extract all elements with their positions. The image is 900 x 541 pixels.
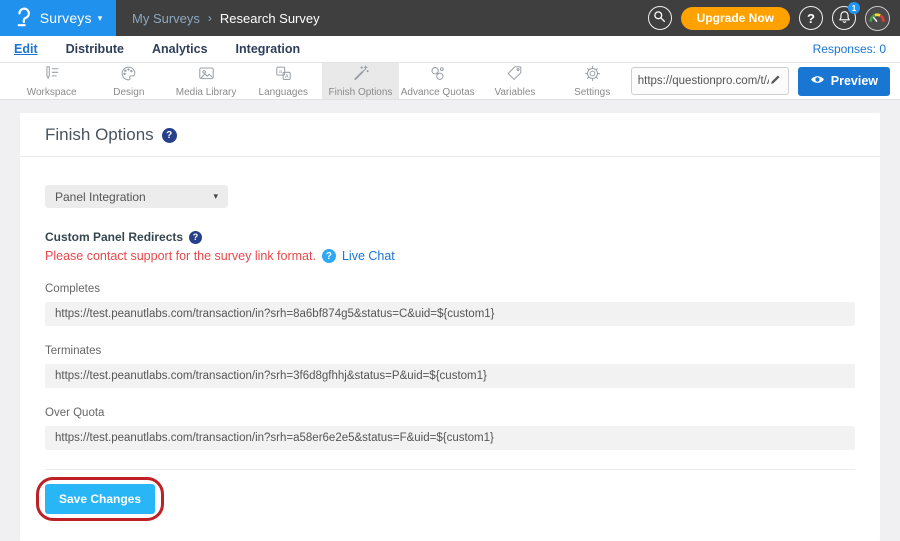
tool-variables[interactable]: Variables [476,63,553,99]
tool-advance-quotas[interactable]: Advance Quotas [399,63,476,99]
tool-label: Settings [574,87,610,98]
terminates-field-group: Terminates [45,345,855,388]
tool-workspace[interactable]: Workspace [13,63,90,99]
support-note: Please contact support for the survey li… [45,249,316,263]
tool-label: Media Library [176,87,237,98]
dropdown-selected-value: Panel Integration [55,190,213,204]
chevron-down-icon: ▾ [213,191,218,202]
search-icon [653,10,666,26]
tool-label: Advance Quotas [401,87,475,98]
breadcrumb: My Surveys › Research Survey [116,0,648,36]
tool-media-library[interactable]: Media Library [167,63,244,99]
over-quota-field-group: Over Quota [45,407,855,450]
tool-design[interactable]: Design [90,63,167,99]
survey-subnav: Edit Distribute Analytics Integration Re… [0,36,900,62]
help-button[interactable]: ? [799,6,823,30]
chevron-down-icon: ▾ [98,13,103,24]
preview-button[interactable]: Preview [798,67,890,96]
magic-wand-icon [351,64,370,86]
tool-label: Finish Options [329,87,393,98]
page-title: Finish Options [45,125,154,145]
svg-text:A: A [285,74,289,80]
help-icon: ? [807,11,815,26]
save-annotation-highlight: Save Changes [36,477,164,521]
responses-count[interactable]: Responses: 0 [813,42,886,56]
chain-links-icon [428,64,447,86]
completes-field-group: Completes [45,283,855,326]
subnav-links: Edit Distribute Analytics Integration [14,42,300,56]
toolbar-right: Preview [631,63,900,99]
tab-integration[interactable]: Integration [236,42,301,56]
live-chat-link[interactable]: Live Chat [342,249,395,263]
gear-icon [583,64,602,86]
eye-icon [810,74,825,88]
terminates-url-input[interactable] [45,364,855,388]
questionpro-logo-icon [14,6,34,31]
notifications-button[interactable]: 1 [832,6,856,30]
top-actions: Upgrade Now ? 1 [648,0,900,36]
palette-icon [119,64,138,86]
tab-distribute[interactable]: Distribute [66,42,124,56]
edit-pencil-icon[interactable] [769,73,782,89]
completes-label: Completes [45,283,855,295]
tool-finish-options[interactable]: Finish Options [322,63,399,99]
over-quota-label: Over Quota [45,407,855,419]
product-label: Surveys [40,10,92,26]
breadcrumb-separator: › [208,11,212,25]
preview-label: Preview [831,74,878,88]
workspace-icon [42,64,61,86]
notification-badge: 1 [848,2,860,14]
over-quota-url-input[interactable] [45,426,855,450]
card-header: Finish Options ? [20,113,880,157]
save-changes-button[interactable]: Save Changes [45,484,155,514]
tab-edit[interactable]: Edit [14,42,38,56]
finish-options-help-icon[interactable]: ? [162,128,177,143]
live-chat-help-icon[interactable]: ? [322,249,336,263]
tool-label: Languages [259,87,309,98]
finish-options-card: Finish Options ? Panel Integration ▾ Cus… [20,113,880,541]
custom-panel-redirects-row: Custom Panel Redirects ? [45,230,855,244]
completes-url-input[interactable] [45,302,855,326]
terminates-label: Terminates [45,345,855,357]
support-note-row: Please contact support for the survey li… [45,249,855,263]
edit-toolbar: Workspace Design Media Library [0,62,900,100]
tab-analytics[interactable]: Analytics [152,42,208,56]
custom-panel-redirects-help-icon[interactable]: ? [189,231,202,244]
tool-languages[interactable]: a A Languages [245,63,322,99]
page-body: Finish Options ? Panel Integration ▾ Cus… [0,100,900,541]
tool-settings[interactable]: Settings [554,63,631,99]
image-icon [197,64,216,86]
svg-text:a: a [279,69,283,75]
survey-url-input[interactable] [638,75,769,87]
search-button[interactable] [648,6,672,30]
survey-url-box [631,67,789,95]
product-switcher[interactable]: Surveys ▾ [0,0,116,36]
tool-label: Workspace [27,87,77,98]
breadcrumb-parent[interactable]: My Surveys [132,11,200,26]
section-label: Custom Panel Redirects [45,230,183,244]
translate-icon: a A [274,64,293,86]
upgrade-now-button[interactable]: Upgrade Now [681,7,790,30]
breadcrumb-current: Research Survey [220,11,320,26]
gauge-avatar-icon [866,7,888,29]
tool-label: Design [113,87,144,98]
tag-icon [505,64,524,86]
card-body: Panel Integration ▾ Custom Panel Redirec… [20,157,880,541]
top-bar: Surveys ▾ My Surveys › Research Survey U… [0,0,900,36]
user-avatar[interactable] [865,6,890,31]
save-section-divider [45,469,855,470]
tool-label: Variables [494,87,535,98]
bell-icon [838,10,851,27]
finish-option-dropdown[interactable]: Panel Integration ▾ [45,185,228,208]
